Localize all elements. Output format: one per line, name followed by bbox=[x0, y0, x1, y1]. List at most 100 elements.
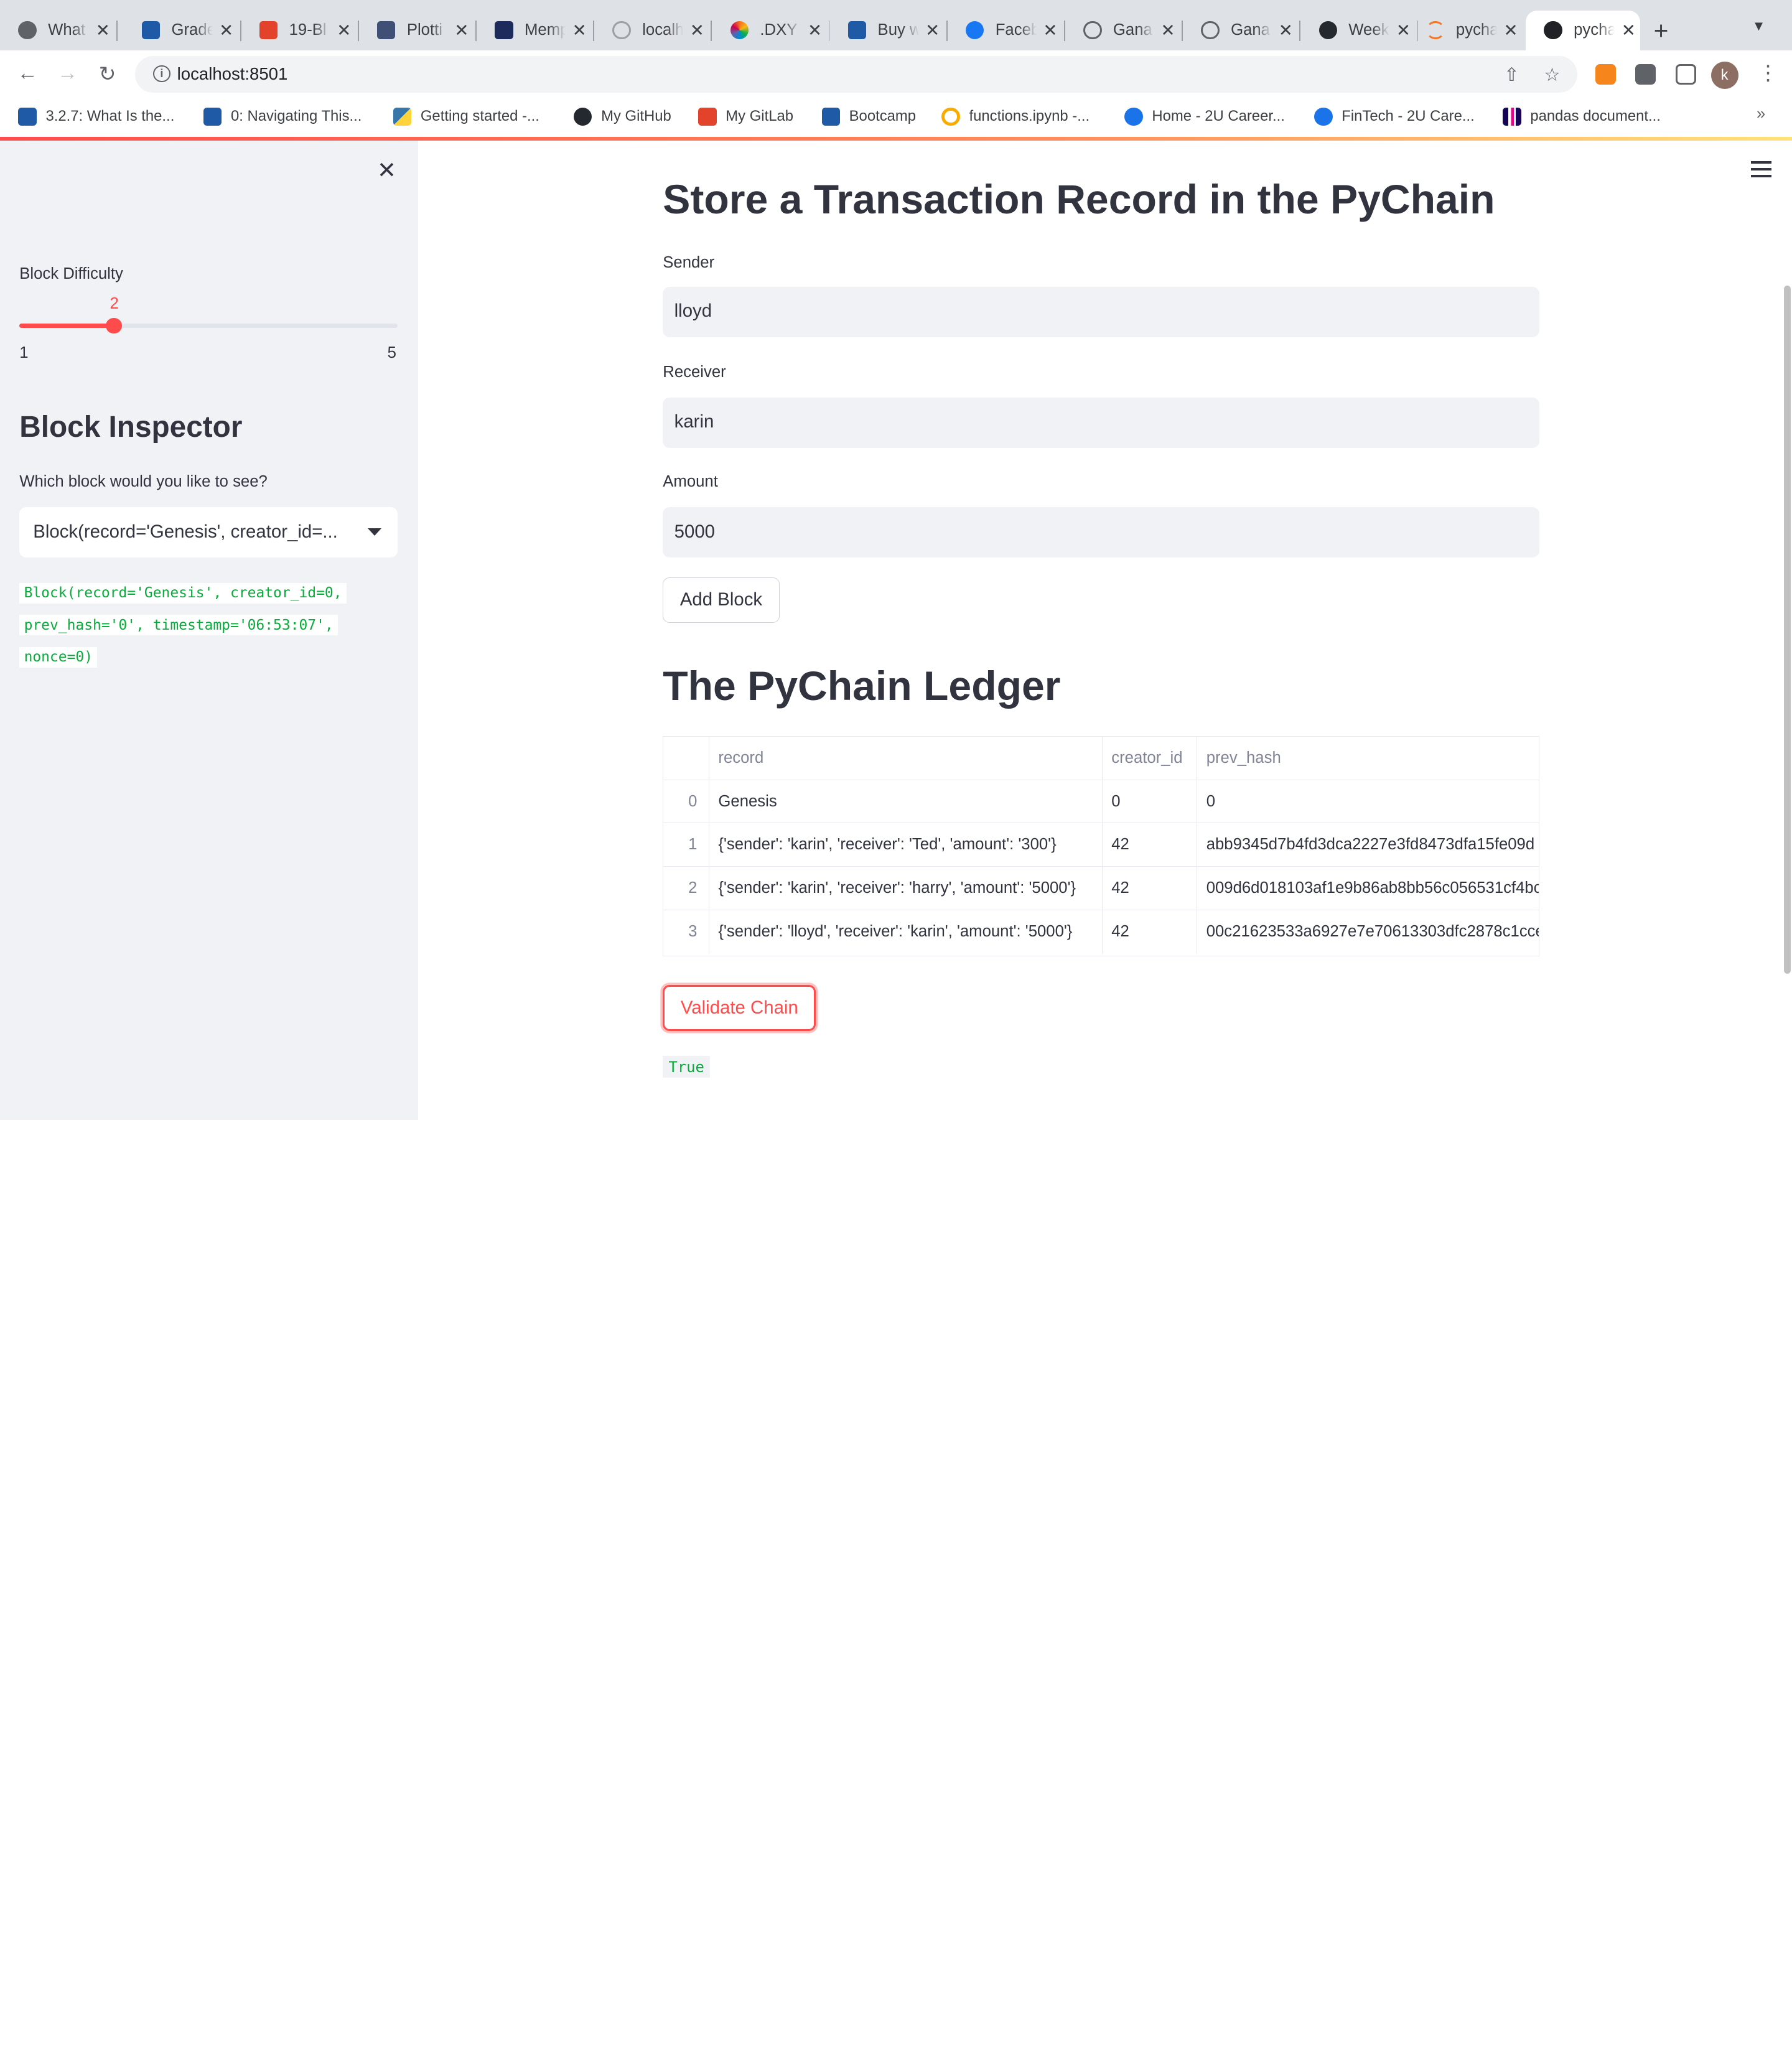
bookmark-label: functions.ipynb -... bbox=[969, 108, 1090, 125]
bookmark[interactable]: Home - 2U Career... bbox=[1124, 107, 1285, 126]
side-panel-icon[interactable] bbox=[1675, 63, 1696, 85]
url-text[interactable]: localhost:8501 bbox=[177, 64, 288, 84]
back-icon[interactable]: ← bbox=[15, 62, 40, 85]
nbc-icon bbox=[730, 21, 749, 40]
close-tab-icon[interactable]: ✕ bbox=[1041, 21, 1059, 40]
row-index: 0 bbox=[663, 780, 709, 824]
bookmark-label: My GitLab bbox=[726, 108, 794, 125]
app-menu-icon[interactable] bbox=[1750, 161, 1771, 182]
bookmark-label: 3.2.7: What Is the... bbox=[45, 108, 175, 125]
sender-input[interactable]: lloyd bbox=[663, 287, 1540, 337]
table-cell[interactable]: {'sender': 'karin', 'receiver': 'Ted', '… bbox=[709, 823, 1103, 867]
sender-label: Sender bbox=[663, 253, 715, 271]
table-cell[interactable]: 00c21623533a6927e7e70613303dfc2878c1cce bbox=[1197, 910, 1539, 954]
bookmark[interactable]: Getting started -... bbox=[393, 107, 539, 126]
table-cell[interactable]: 42 bbox=[1102, 867, 1197, 910]
table-cell[interactable]: {'sender': 'karin', 'receiver': 'harry',… bbox=[709, 867, 1103, 910]
table-cell[interactable]: 0 bbox=[1197, 780, 1539, 824]
2u-icon bbox=[1124, 107, 1143, 126]
close-tab-icon[interactable]: ✕ bbox=[1159, 21, 1177, 40]
close-tab-icon[interactable]: ✕ bbox=[806, 21, 824, 40]
close-tab-icon[interactable]: ✕ bbox=[94, 21, 112, 40]
tab[interactable]: Buy w ✕ bbox=[829, 11, 948, 50]
menu-icon[interactable]: ⋮ bbox=[1758, 60, 1778, 85]
close-tab-icon[interactable]: ✕ bbox=[217, 21, 235, 40]
bookmark[interactable]: 0: Navigating This... bbox=[203, 107, 362, 126]
row-index: 3 bbox=[663, 910, 709, 954]
tab[interactable]: Gana ✕ bbox=[1183, 11, 1301, 50]
tab[interactable]: What ✕ bbox=[0, 11, 118, 50]
sidebar: ✕ Block Difficulty 2 1 5 Block Inspector… bbox=[0, 140, 419, 1120]
bookmark-label: 0: Navigating This... bbox=[230, 108, 362, 125]
gitlab-icon bbox=[698, 107, 717, 126]
close-tab-icon[interactable]: ✕ bbox=[1501, 21, 1519, 40]
tab-title: Gana bbox=[1231, 21, 1270, 39]
more-bookmarks-icon[interactable]: » bbox=[1757, 105, 1765, 123]
extensions-icon[interactable] bbox=[1635, 63, 1656, 85]
address-bar[interactable]: i localhost:8501 ⇧ ☆ bbox=[134, 55, 1577, 93]
close-tab-icon[interactable]: ✕ bbox=[335, 21, 353, 40]
bookmark[interactable]: My GitHub bbox=[574, 107, 671, 126]
bookmark[interactable]: FinTech - 2U Care... bbox=[1314, 107, 1475, 126]
block-select-value: Block(record='Genesis', creator_id=... bbox=[33, 521, 338, 542]
bookmark-star-icon[interactable]: ☆ bbox=[1544, 64, 1560, 86]
tab[interactable]: Grade ✕ bbox=[123, 11, 241, 50]
close-tab-icon[interactable]: ✕ bbox=[688, 21, 706, 40]
slider-max-label: 5 bbox=[387, 343, 396, 361]
bookmark-label: FinTech - 2U Care... bbox=[1342, 108, 1475, 125]
tab[interactable]: localh ✕ bbox=[594, 11, 712, 50]
close-tab-icon[interactable]: ✕ bbox=[570, 21, 588, 40]
close-tab-icon[interactable]: ✕ bbox=[1277, 21, 1295, 40]
table-header[interactable]: record bbox=[709, 736, 1103, 780]
tab[interactable]: Memp ✕ bbox=[477, 11, 595, 50]
receiver-input[interactable]: karin bbox=[663, 398, 1540, 448]
close-sidebar-icon[interactable]: ✕ bbox=[377, 157, 396, 184]
table-header[interactable]: prev_hash bbox=[1197, 737, 1539, 780]
table-cell[interactable]: Genesis bbox=[709, 780, 1103, 824]
bootcamp-icon bbox=[18, 107, 37, 126]
metamask-icon[interactable] bbox=[1595, 63, 1617, 85]
reload-icon[interactable]: ↻ bbox=[95, 62, 119, 86]
block-select[interactable]: Block(record='Genesis', creator_id=... bbox=[19, 507, 398, 558]
close-tab-icon[interactable]: ✕ bbox=[452, 21, 470, 40]
tab[interactable]: .DXY ✕ bbox=[712, 11, 830, 50]
add-block-button[interactable]: Add Block bbox=[663, 577, 780, 623]
tab-title: pycha bbox=[1455, 21, 1498, 39]
bookmark[interactable]: Bootcamp bbox=[821, 107, 916, 126]
difficulty-slider[interactable] bbox=[19, 323, 398, 329]
tab[interactable]: Gana ✕ bbox=[1065, 11, 1183, 50]
table-cell[interactable]: abb9345d7b4fd3dca2227e3fd8473dfa15fe09d bbox=[1197, 823, 1539, 867]
tab-search-icon[interactable]: ▼ bbox=[1752, 18, 1766, 34]
bookmark[interactable]: 3.2.7: What Is the... bbox=[18, 107, 175, 126]
slider-thumb[interactable] bbox=[106, 317, 123, 334]
table-header[interactable]: creator_id bbox=[1102, 736, 1197, 780]
bookmark[interactable]: My GitLab bbox=[698, 107, 794, 126]
table-cell[interactable]: 42 bbox=[1103, 910, 1197, 954]
amount-input[interactable]: 5000 bbox=[663, 507, 1540, 558]
tab[interactable]: pycha ✕ bbox=[1408, 11, 1526, 50]
table-cell[interactable]: {'sender': 'lloyd', 'receiver': 'karin',… bbox=[709, 910, 1103, 954]
tab-title: .DXY bbox=[760, 21, 798, 39]
share-icon[interactable]: ⇧ bbox=[1504, 64, 1519, 86]
tab[interactable]: 19-Bl ✕ bbox=[241, 11, 359, 50]
close-tab-icon[interactable]: ✕ bbox=[923, 21, 941, 40]
table-cell[interactable]: 42 bbox=[1102, 823, 1197, 867]
validation-result: True bbox=[663, 1056, 711, 1078]
validate-chain-button[interactable]: Validate Chain bbox=[663, 985, 816, 1031]
tab[interactable]: Week ✕ bbox=[1300, 11, 1419, 50]
info-icon[interactable]: i bbox=[153, 65, 170, 83]
table-cell[interactable]: 009d6d018103af1e9b86ab8bb56c056531cf4bc bbox=[1197, 867, 1539, 910]
table-cell[interactable]: 0 bbox=[1102, 780, 1197, 824]
forward-icon[interactable]: → bbox=[55, 62, 80, 85]
profile-avatar[interactable]: k bbox=[1710, 62, 1738, 90]
tab[interactable]: Plotti ✕ bbox=[359, 11, 477, 50]
tab[interactable]: Faceb ✕ bbox=[948, 11, 1065, 50]
bookmark[interactable]: functions.ipynb -... bbox=[941, 107, 1090, 126]
tab-active[interactable]: pycha ✕ bbox=[1525, 10, 1640, 50]
page-scrollbar[interactable] bbox=[1784, 286, 1791, 974]
new-tab-icon[interactable]: + bbox=[1654, 16, 1669, 45]
bootcamp-icon bbox=[203, 107, 222, 126]
bootcamp-icon bbox=[141, 21, 161, 40]
close-tab-icon[interactable]: ✕ bbox=[1620, 21, 1638, 40]
bookmark[interactable]: pandas document... bbox=[1503, 107, 1661, 126]
